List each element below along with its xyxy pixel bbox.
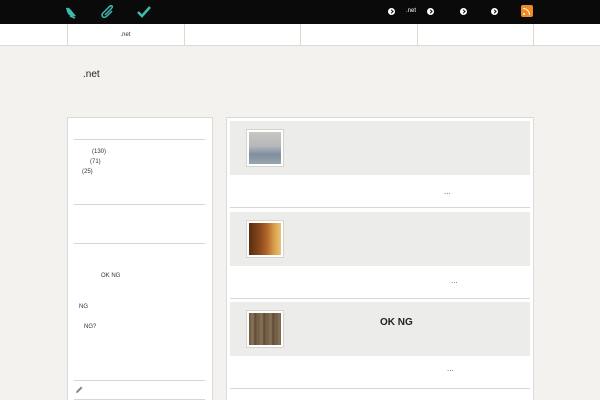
top-bar: .net	[0, 0, 600, 24]
post-thumbnail[interactable]	[246, 129, 284, 167]
arrow-right-icon[interactable]	[491, 8, 498, 15]
nav-divider	[533, 24, 534, 46]
nav-bar: .net	[0, 24, 600, 46]
post-list: ... ... OK NG ...	[226, 117, 534, 400]
top-link-net[interactable]: .net	[406, 8, 416, 14]
post-divider	[230, 388, 530, 389]
sidebar-divider	[74, 380, 205, 381]
sidebar-divider	[74, 139, 205, 140]
checkmark-icon[interactable]	[137, 5, 151, 19]
post-header[interactable]: OK NG	[230, 302, 530, 356]
read-more-link[interactable]: ...	[444, 187, 451, 196]
post-divider	[230, 298, 530, 299]
sidebar-divider	[74, 243, 205, 244]
post-thumbnail[interactable]	[246, 220, 284, 258]
rss-icon[interactable]	[521, 5, 533, 17]
post-divider	[230, 207, 530, 208]
nav-item-home[interactable]: .net	[67, 24, 184, 46]
post-thumbnail[interactable]	[246, 310, 284, 348]
sidebar: (130) (71) (25) OK NG NG NG?	[67, 117, 213, 400]
pencil-icon[interactable]	[75, 386, 83, 394]
post-title[interactable]: OK NG	[380, 317, 413, 328]
read-more-link[interactable]: ...	[447, 364, 454, 373]
category-count[interactable]: (71)	[90, 159, 101, 165]
category-count[interactable]: (130)	[92, 149, 106, 155]
post-header[interactable]	[230, 121, 530, 175]
sidebar-divider	[74, 204, 205, 205]
recent-post-link[interactable]: NG	[79, 304, 88, 310]
recent-post-link[interactable]: NG?	[84, 324, 96, 330]
bird-icon[interactable]	[64, 5, 78, 19]
nav-item-2[interactable]	[184, 24, 300, 46]
category-count[interactable]: (25)	[82, 169, 93, 175]
arrow-right-icon[interactable]	[427, 8, 434, 15]
recent-post-link[interactable]: OK NG	[101, 273, 120, 279]
read-more-link[interactable]: ...	[451, 276, 458, 285]
post-header[interactable]	[230, 212, 530, 266]
nav-item-4[interactable]	[417, 24, 533, 46]
nav-item-3[interactable]	[300, 24, 417, 46]
arrow-right-icon[interactable]	[460, 8, 467, 15]
paperclip-icon[interactable]	[101, 5, 115, 19]
site-title[interactable]: .net	[83, 69, 100, 80]
arrow-right-icon[interactable]	[388, 8, 395, 15]
